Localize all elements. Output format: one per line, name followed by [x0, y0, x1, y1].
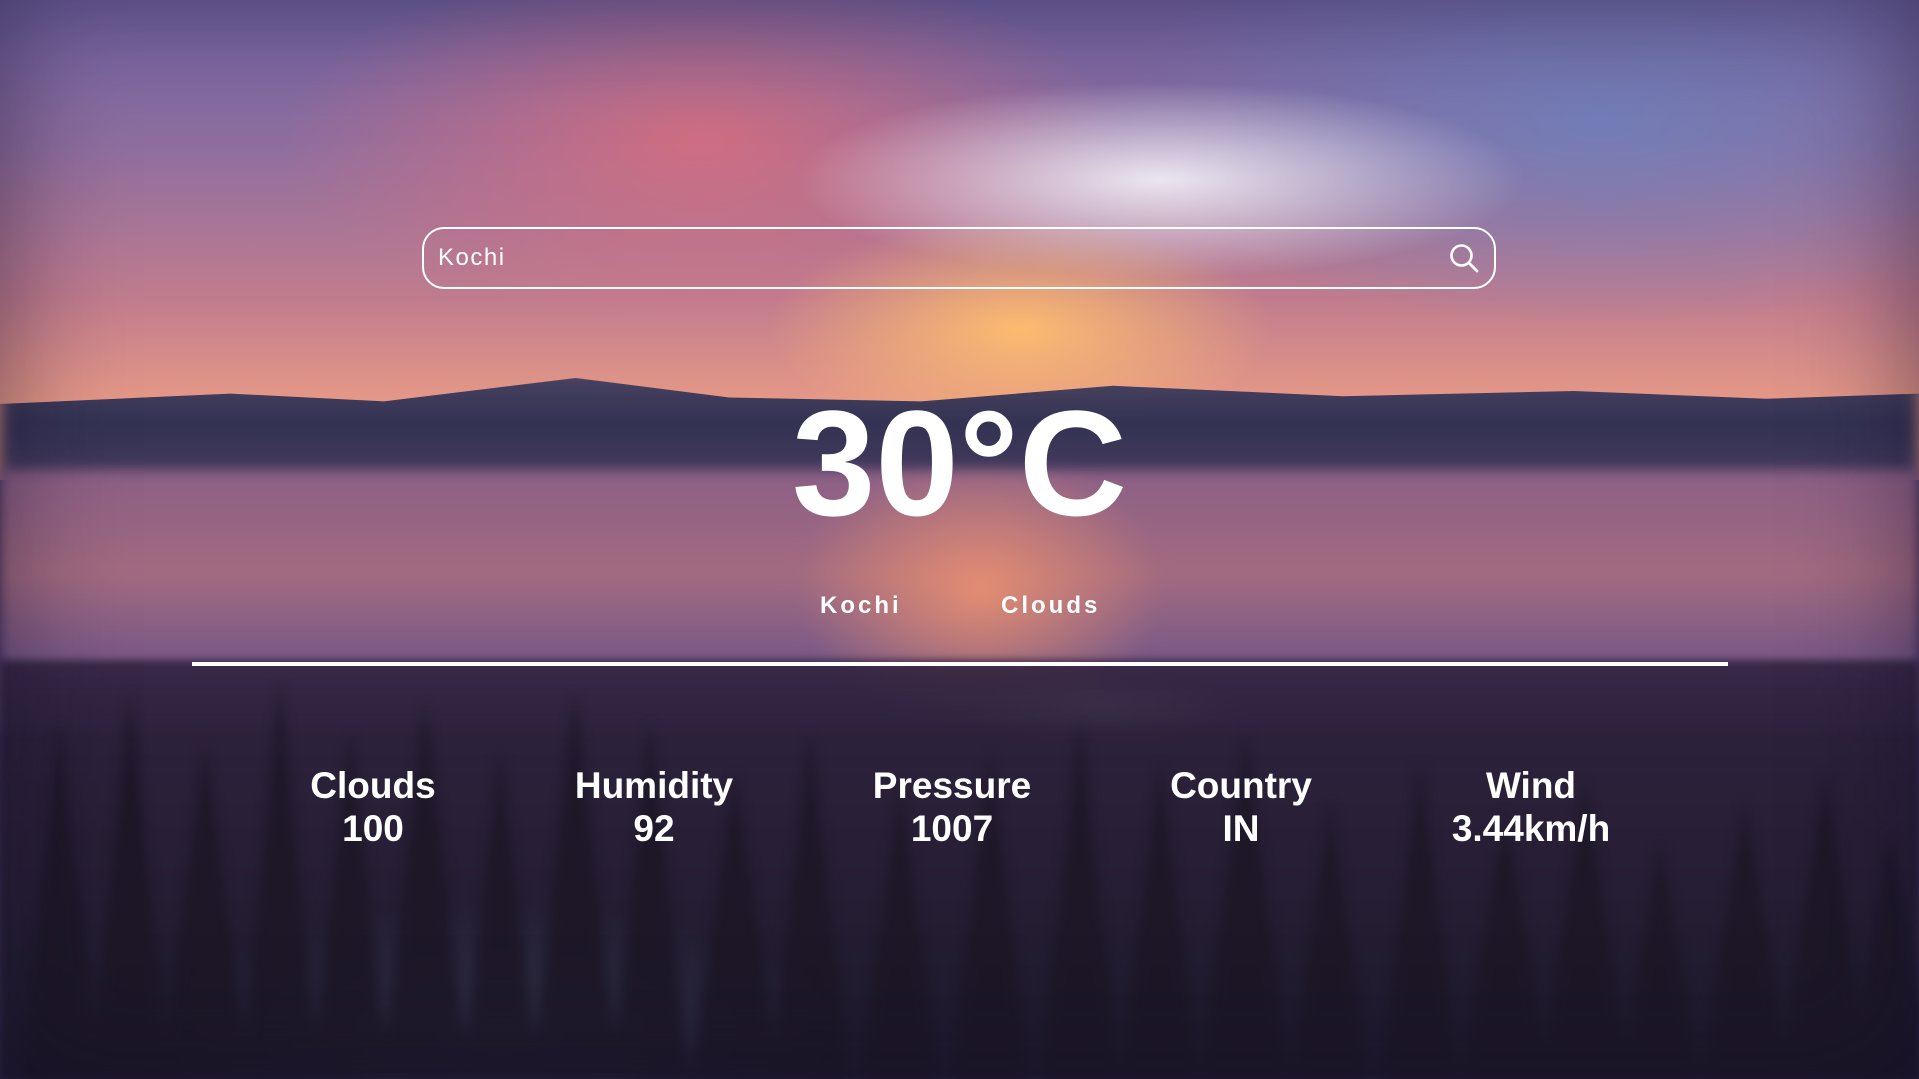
stat-label: Pressure — [872, 765, 1032, 806]
city-name: Kochi — [820, 592, 902, 619]
stat-value: 3.44km/h — [1451, 808, 1611, 849]
stat-humidity: Humidity 92 — [524, 764, 784, 850]
stat-value: 92 — [633, 808, 675, 849]
weather-stats: Clouds 100 Humidity 92 Pressure 1007 Cou… — [0, 764, 1919, 864]
weather-app: 30°C Kochi Clouds Clouds 100 Humidity 92… — [0, 0, 1919, 1079]
stat-value: IN — [1222, 808, 1260, 849]
divider — [192, 662, 1728, 666]
stat-label: Clouds — [310, 765, 436, 806]
stat-value: 100 — [342, 808, 404, 849]
search-input[interactable] — [424, 229, 1434, 287]
search-bar — [422, 227, 1496, 289]
stat-country: Country IN — [1111, 764, 1371, 850]
stat-value: 1007 — [910, 808, 994, 849]
stat-clouds: Clouds 100 — [243, 764, 503, 850]
stat-pressure: Pressure 1007 — [822, 764, 1082, 850]
stat-label: Wind — [1485, 765, 1577, 806]
location-summary: Kochi Clouds — [0, 592, 1919, 622]
temperature-display: 30°C — [791, 379, 1128, 547]
stat-label: Humidity — [574, 765, 734, 806]
stat-wind: Wind 3.44km/h — [1401, 764, 1661, 850]
weather-condition: Clouds — [1001, 592, 1101, 619]
search-button[interactable] — [1434, 229, 1494, 287]
search-icon — [1450, 244, 1479, 273]
stat-label: Country — [1170, 765, 1312, 806]
